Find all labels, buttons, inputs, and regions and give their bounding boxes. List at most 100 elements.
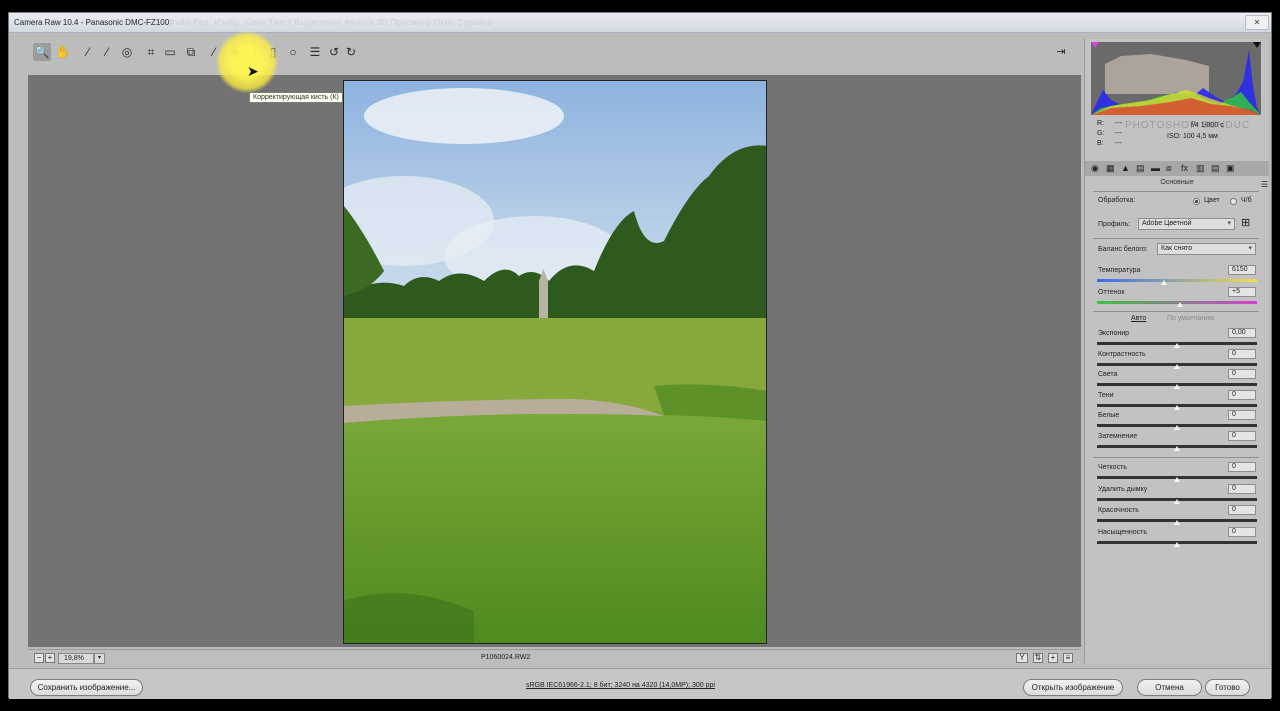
zoom-out-button[interactable]: − — [34, 653, 44, 663]
zoom-dropdown-icon[interactable]: ▾ — [94, 653, 105, 664]
white-balance-dropdown[interactable]: Как снято ▾ — [1157, 243, 1256, 255]
slider-thumb[interactable] — [1174, 405, 1180, 410]
slider-thumb[interactable] — [1174, 343, 1180, 348]
swap-settings-icon[interactable]: ⇅ — [1033, 653, 1043, 663]
zoom-tool-icon[interactable]: 🔍 — [33, 43, 51, 61]
section-divider — [1093, 191, 1259, 192]
treatment-color-label: Цвет — [1204, 197, 1220, 204]
rotate-right-icon[interactable]: ↻ — [342, 43, 360, 61]
slider-value-field[interactable]: 0,00 — [1228, 328, 1256, 338]
green-readout-label: G: — [1097, 130, 1105, 137]
slider-label: Оттенок — [1098, 289, 1125, 296]
slider-label: Контрастность — [1098, 351, 1146, 358]
before-after-toggle-icon[interactable]: Y — [1016, 653, 1028, 663]
background-menu-bar: Файл Ред. Изобр. Слои Текст Выделение Фи… — [169, 18, 493, 27]
camera-raw-window: Camera Raw 10.4 - Panasonic DMC-FZ100 Фа… — [8, 12, 1272, 699]
radial-filter-icon[interactable]: ○ — [284, 43, 302, 61]
slider-value-field[interactable]: 0 — [1228, 484, 1256, 494]
white-balance-tool-icon[interactable]: ⁄ — [79, 43, 97, 61]
color-sampler-tool-icon[interactable]: ⁄ — [98, 43, 116, 61]
slider-value-field[interactable]: 0 — [1228, 527, 1256, 537]
split-toning-tab-icon[interactable]: ▬ — [1151, 163, 1160, 173]
zoom-level-field[interactable]: 19,8% — [58, 653, 94, 664]
slider-value-field[interactable]: +5 — [1228, 287, 1256, 297]
treatment-bw-radio[interactable] — [1230, 198, 1237, 205]
slider-value-field[interactable]: 0 — [1228, 431, 1256, 441]
watermark-text: PHOTOSHOP SUNDUC — [1125, 120, 1251, 131]
snapshots-tab-icon[interactable]: ▣ — [1226, 163, 1235, 174]
tone-curve-tab-icon[interactable]: ▦ — [1106, 163, 1115, 174]
profile-dropdown[interactable]: Adobe Цветной ▾ — [1138, 218, 1235, 230]
presets-tab-icon[interactable]: ▤ — [1211, 163, 1220, 174]
white-balance-value: Как снято — [1161, 245, 1193, 252]
workflow-options-link[interactable]: sRGB IEC61966-2.1; 8 бит; 3240 на 4320 (… — [526, 682, 715, 689]
slider-label: Удалить дымку — [1098, 486, 1148, 493]
slider-value-field[interactable]: 0 — [1228, 462, 1256, 472]
slider-value-field[interactable]: 0 — [1228, 505, 1256, 515]
profile-label: Профиль: — [1098, 221, 1131, 228]
copy-settings-icon[interactable]: + — [1048, 653, 1058, 663]
rotate-left-icon[interactable]: ↺ — [325, 43, 343, 61]
straighten-tool-icon[interactable]: ▭ — [161, 43, 179, 61]
open-image-button[interactable]: Открыть изображение — [1023, 679, 1123, 696]
toggle-fullscreen-icon[interactable]: ⇥ — [1052, 43, 1070, 61]
slider-thumb[interactable] — [1174, 425, 1180, 430]
profile-value: Adobe Цветной — [1142, 220, 1192, 227]
slider-thumb[interactable] — [1174, 520, 1180, 525]
hand-tool-icon[interactable]: ✋ — [54, 43, 72, 61]
auto-link[interactable]: Авто — [1131, 315, 1146, 322]
transform-tool-icon[interactable]: ⧉ — [182, 43, 200, 61]
slider-label: Затемнение — [1098, 433, 1138, 440]
treatment-label: Обработка: — [1098, 197, 1136, 204]
default-link[interactable]: По умолчанию — [1167, 315, 1214, 322]
targeted-adjustment-tool-icon[interactable]: ◎ — [118, 43, 136, 61]
cancel-button[interactable]: Отмена — [1137, 679, 1202, 696]
slider-thumb[interactable] — [1174, 446, 1180, 451]
slider-value-field[interactable]: 0 — [1228, 369, 1256, 379]
preferences-icon[interactable]: ☰ — [306, 43, 324, 61]
status-bar: − + 19,8% ▾ P1060024.RW2 Y ⇅ + ≡ — [28, 649, 1081, 666]
done-button[interactable]: Готово — [1205, 679, 1250, 696]
slider-thumb[interactable] — [1174, 499, 1180, 504]
slider-label: Насыщенность — [1098, 529, 1148, 536]
slider-thumb[interactable] — [1174, 384, 1180, 389]
iso-focal-info: ISO: 100 4,5 мм — [1167, 133, 1218, 140]
basic-tab-icon[interactable]: ◉ — [1091, 163, 1099, 174]
lens-tab-icon[interactable]: ⧈ — [1166, 163, 1172, 174]
group-divider — [1093, 311, 1259, 312]
zoom-in-button[interactable]: + — [45, 653, 55, 663]
slider-value-field[interactable]: 6150 — [1228, 265, 1256, 275]
slider-thumb[interactable] — [1174, 477, 1180, 482]
slider-value-field[interactable]: 0 — [1228, 410, 1256, 420]
calibration-tab-icon[interactable]: ▥ — [1196, 163, 1205, 174]
title-bar[interactable]: Camera Raw 10.4 - Panasonic DMC-FZ100 Фа… — [9, 13, 1271, 33]
slider-thumb[interactable] — [1174, 542, 1180, 547]
slider-thumb[interactable] — [1174, 364, 1180, 369]
aperture-shutter-info: f/4 1/800 с — [1191, 122, 1224, 129]
slider-track[interactable] — [1097, 279, 1257, 282]
slider-value-field[interactable]: 0 — [1228, 390, 1256, 400]
file-name: P1060024.RW2 — [481, 654, 531, 661]
section-title: Основные — [1160, 179, 1194, 186]
red-readout-value: --- — [1115, 120, 1122, 127]
toolbar: 🔍✋⁄⁄◎⌗▭⧉⁄◉/▯○☰↺↻ — [21, 39, 1071, 63]
slider-label: Белые — [1098, 412, 1120, 419]
chevron-down-icon: ▾ — [1248, 245, 1252, 252]
slider-thumb[interactable] — [1177, 302, 1184, 307]
cursor-highlight — [216, 31, 278, 93]
crop-tool-icon[interactable]: ⌗ — [142, 43, 160, 61]
dialog-footer: Сохранить изображение... sRGB IEC61966-2… — [9, 668, 1271, 699]
treatment-color-radio[interactable] — [1193, 198, 1200, 205]
slider-value-field[interactable]: 0 — [1228, 349, 1256, 359]
save-image-button[interactable]: Сохранить изображение... — [30, 679, 143, 696]
profile-browser-icon[interactable]: ⊞ — [1241, 216, 1250, 229]
hsl-tab-icon[interactable]: ▤ — [1136, 163, 1145, 174]
close-window-button[interactable]: ✕ — [1245, 15, 1269, 30]
slider-label: Экспонир — [1098, 330, 1130, 337]
detail-tab-icon[interactable]: ▲ — [1121, 163, 1130, 173]
slider-thumb[interactable] — [1161, 280, 1168, 285]
compare-settings-icon[interactable]: ≡ — [1063, 653, 1073, 663]
histogram — [1091, 42, 1261, 115]
photo-preview[interactable] — [343, 80, 767, 644]
effects-tab-icon[interactable]: fx — [1181, 163, 1188, 173]
